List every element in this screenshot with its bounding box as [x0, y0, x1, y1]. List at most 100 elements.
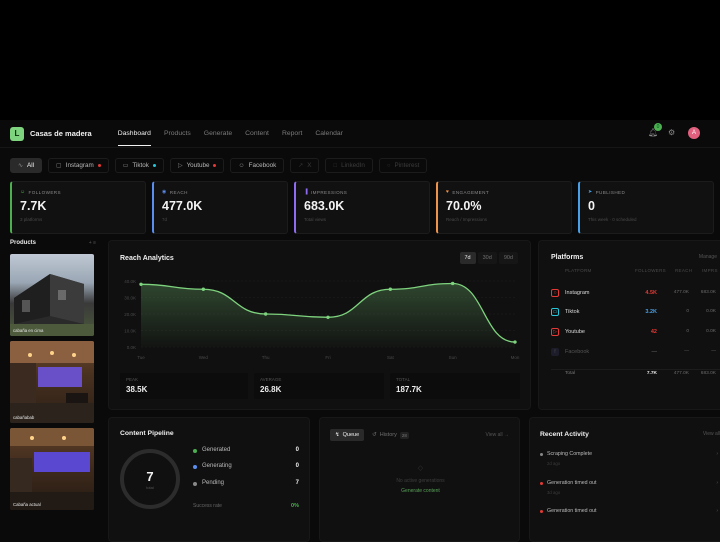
nav-dashboard[interactable]: Dashboard [117, 130, 152, 146]
filter-youtube[interactable]: ▷ Youtube [169, 158, 225, 173]
pipeline-label: Pending [202, 480, 225, 486]
data-point[interactable] [139, 282, 143, 286]
metric-sub: Reach / Impressions [446, 217, 488, 222]
filter-facebook[interactable]: ☺ Facebook [230, 158, 285, 173]
nav-report[interactable]: Report [282, 130, 302, 137]
metric-impressions[interactable]: ▐ IMPRESSIONS 683.0K Total views [294, 181, 430, 234]
recent-activity-panel: Recent Activity View all Scraping Comple… [529, 417, 720, 542]
stat-label: TOTAL [396, 377, 411, 382]
data-point[interactable] [326, 315, 330, 319]
filter-pinterest[interactable]: ○ Pinterest [378, 158, 428, 173]
queue-view-all[interactable]: View all → [485, 432, 509, 438]
range-tab-30d[interactable]: 30d [477, 252, 497, 264]
activity-view-all[interactable]: View all [703, 431, 720, 437]
range-tab-7d[interactable]: 7d [459, 252, 476, 264]
data-point[interactable] [263, 312, 268, 316]
dashboard-app: L Casas de madera Dashboard Products Gen… [0, 120, 720, 542]
brand-name[interactable]: Casas de madera [30, 129, 92, 138]
gear-icon[interactable]: ⚙ [668, 128, 678, 138]
platform-row-youtube[interactable]: ▷ Youtube 42 0 0.0K [551, 328, 720, 342]
filter-linkedin[interactable]: □ LinkedIn [325, 158, 373, 173]
filter-label: All [27, 162, 35, 169]
platform-imprs: 683.0K [700, 290, 716, 295]
status-dot [540, 482, 543, 485]
status-dot [540, 510, 543, 513]
metric-reach[interactable]: ◉ REACH 477.0K 7d [152, 181, 288, 234]
nav-products[interactable]: Products [164, 130, 191, 137]
brand-logo[interactable]: L [10, 126, 24, 141]
chevron-right-icon: › [716, 508, 718, 514]
linkedin-icon: □ [333, 162, 338, 169]
activity-text: Generation timed out [547, 508, 597, 514]
platform-name: Instagram [565, 290, 590, 296]
notification-badge: 0 [654, 123, 662, 131]
metric-engagement[interactable]: ♥ ENGAGEMENT 70.0% Reach / Impressions [436, 181, 572, 234]
platform-row-tiktok[interactable]: ▭ Tiktok 3.2K 0 0.0K [551, 308, 720, 322]
filter-x[interactable]: ↗ X [290, 158, 320, 173]
metric-sub: 7d [162, 217, 168, 222]
activity-time: 2d ago [547, 461, 561, 466]
activity-time: 3d ago [547, 490, 561, 495]
platform-reach: 0 [686, 329, 689, 334]
avatar[interactable]: A [688, 127, 700, 139]
total-imprs: 683.0K [700, 371, 716, 376]
pipeline-title: Content Pipeline [120, 430, 174, 437]
metric-label-text: FOLLOWERS [28, 189, 61, 195]
metric-value: 70.0% [446, 199, 482, 213]
total-label: Total [565, 371, 576, 376]
status-dot [540, 453, 543, 456]
col-followers: FOLLOWERS [635, 268, 666, 273]
platform-reach: 477.0K [673, 290, 689, 295]
stat-value: 187.7K [396, 385, 422, 394]
interior-image [10, 341, 94, 423]
range-tab-90d[interactable]: 90d [498, 252, 518, 264]
generate-content-link[interactable]: Generate content [320, 488, 521, 494]
col-platform: PLATFORM [565, 268, 592, 273]
status-dot [193, 449, 197, 453]
tab-history[interactable]: ↺ History 28 [367, 429, 414, 441]
data-point[interactable] [513, 340, 517, 344]
nav-generate[interactable]: Generate [204, 130, 232, 137]
cabin-image [10, 274, 94, 336]
metric-label: ♥ ENGAGEMENT [446, 189, 563, 195]
history-icon: ↺ [372, 432, 377, 438]
filter-label: X [307, 162, 312, 169]
bar-chart-icon: ▐ [304, 189, 308, 195]
eye-icon: ◉ [162, 189, 167, 195]
bell-icon[interactable]: 🔔︎ 0 [648, 123, 662, 138]
content-pipeline-panel: Content Pipeline 7 total Generated 0 Gen… [108, 417, 310, 542]
filter-tiktok[interactable]: ▭ Tiktok [114, 158, 164, 173]
platform-row-facebook[interactable]: f Facebook — — — [551, 348, 720, 362]
platform-imprs: 0.0K [706, 329, 716, 334]
platform-followers: 4.5K [645, 290, 657, 296]
data-point[interactable] [450, 281, 455, 286]
tab-queue[interactable]: ↯ Queue [330, 429, 365, 441]
filter-label: Facebook [248, 162, 277, 169]
x-tick-label: Mon [511, 355, 520, 360]
metric-published[interactable]: ➤ PUBLISHED 0 This week · 0 scheduled [578, 181, 714, 234]
platform-name: Facebook [565, 349, 590, 355]
status-dot [193, 482, 197, 486]
total-reach: 477.0K [673, 371, 689, 376]
filter-instagram[interactable]: ▢ Instagram [48, 158, 109, 173]
filter-all[interactable]: ∿ All [10, 158, 43, 173]
product-card[interactable]: Cabaña actual [10, 428, 94, 510]
nav-content[interactable]: Content [245, 130, 269, 137]
metric-sub: 3 platforms [20, 217, 43, 222]
history-badge: 28 [399, 431, 409, 439]
users-icon: ☺ [238, 162, 245, 169]
product-card[interactable]: cabaña en cima [10, 254, 94, 336]
filter-label: Youtube [186, 162, 210, 169]
metric-followers[interactable]: ☺ FOLLOWERS 7.7K 3 platforms [10, 181, 146, 234]
data-point[interactable] [388, 287, 393, 291]
nav-calendar[interactable]: Calendar [315, 130, 343, 137]
product-card[interactable]: cabañabab [10, 341, 94, 423]
range-tabs: 7d 30d 90d [459, 252, 518, 264]
products-controls[interactable]: + ≡ [89, 240, 96, 246]
facebook-icon: f [551, 348, 559, 356]
manage-link[interactable]: Manage [699, 254, 717, 260]
platform-row-instagram[interactable]: ○ Instagram 4.5K 477.0K 683.0K [551, 289, 720, 303]
data-point[interactable] [201, 287, 206, 291]
activity-text: Scraping Complete [547, 451, 593, 457]
filter-label: LinkedIn [341, 162, 365, 169]
